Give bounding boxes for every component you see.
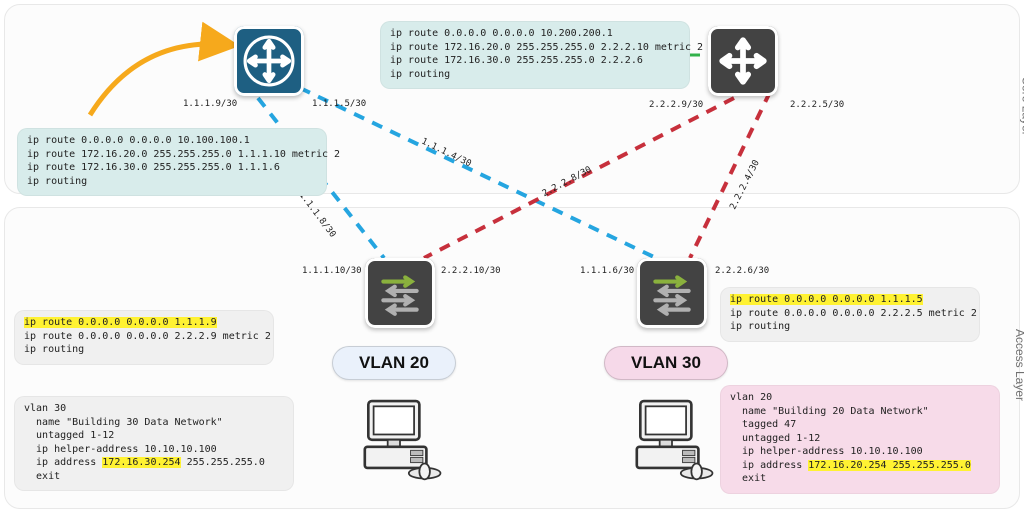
switch-right-vlan-hl: 172.16.20.254 255.255.255.0 <box>808 460 971 471</box>
switch-left-vlan-cfg: vlan 30 name "Building 30 Data Network" … <box>14 396 294 491</box>
router-right-if-right: 2.2.2.5/30 <box>790 100 844 110</box>
router-left-config-text: ip route 0.0.0.0 0.0.0.0 10.100.100.1 ip… <box>27 135 340 187</box>
switch-right-icon <box>637 258 707 328</box>
switch-left-route1: ip route 0.0.0.0 0.0.0.0 1.1.1.9 <box>24 317 217 328</box>
diagram-stage: Core Layer Access Layer 1.1.1.9/30 1.1.1… <box>0 0 1024 511</box>
switch-left-icon <box>365 258 435 328</box>
switch-right-if-right: 2.2.2.6/30 <box>715 266 769 276</box>
router-right-if-left: 2.2.2.9/30 <box>649 100 703 110</box>
switch-left-if-left: 1.1.1.10/30 <box>302 266 362 276</box>
router-left-config: ip route 0.0.0.0 0.0.0.0 10.100.100.1 ip… <box>17 128 327 196</box>
router-left-icon <box>234 26 304 96</box>
switch-right-vlan-pre: vlan 20 name "Building 20 Data Network" … <box>730 392 929 471</box>
router-left-if-right: 1.1.1.5/30 <box>312 99 366 109</box>
switch-right-routes: ip route 0.0.0.0 0.0.0.0 1.1.1.5 ip rout… <box>720 287 980 342</box>
switch-left-vlan-hl: 172.16.30.254 <box>102 457 180 468</box>
router-right-config-text: ip route 0.0.0.0 0.0.0.0 10.200.200.1 ip… <box>390 28 703 80</box>
vlan30-badge: VLAN 30 <box>604 346 728 380</box>
switch-right-routes-rest: ip route 0.0.0.0 0.0.0.0 2.2.2.5 metric … <box>730 308 977 333</box>
vlan20-badge: VLAN 20 <box>332 346 456 380</box>
router-right-icon <box>708 26 778 96</box>
pc-left-icon <box>356 394 444 482</box>
pc-right-icon <box>628 394 716 482</box>
switch-left-routes: ip route 0.0.0.0 0.0.0.0 1.1.1.9 ip rout… <box>14 310 274 365</box>
switch-right-if-left: 1.1.1.6/30 <box>580 266 634 276</box>
switch-right-route1: ip route 0.0.0.0 0.0.0.0 1.1.1.5 <box>730 294 923 305</box>
switch-left-if-right: 2.2.2.10/30 <box>441 266 501 276</box>
switch-left-routes-rest: ip route 0.0.0.0 0.0.0.0 2.2.2.9 metric … <box>24 331 271 356</box>
core-layer-label: Core Layer <box>1019 76 1024 135</box>
switch-right-vlan-cfg: vlan 20 name "Building 20 Data Network" … <box>720 385 1000 494</box>
access-layer-label: Access Layer <box>1013 329 1024 401</box>
router-left-if-left: 1.1.1.9/30 <box>183 99 237 109</box>
switch-right-vlan-post: exit <box>730 473 766 484</box>
router-right-config: ip route 0.0.0.0 0.0.0.0 10.200.200.1 ip… <box>380 21 690 89</box>
